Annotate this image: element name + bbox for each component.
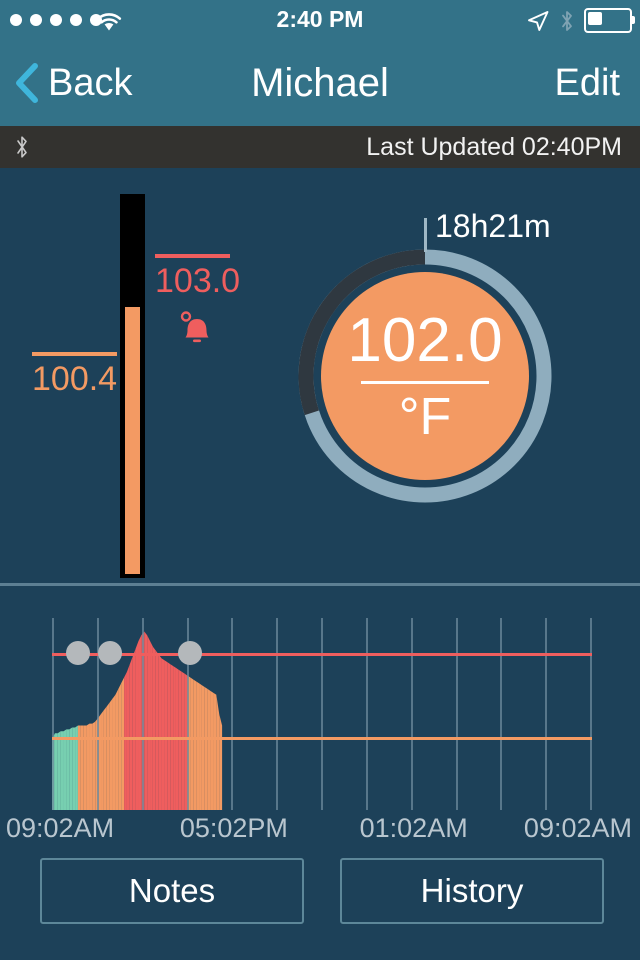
- notes-button[interactable]: Notes: [40, 858, 304, 924]
- chart-area-segment: [132, 648, 136, 810]
- chart-area-segment: [92, 721, 96, 810]
- alarm-bell-icon: [175, 308, 219, 348]
- high-threshold-rule: [155, 254, 230, 258]
- chart-area-segment: [115, 689, 119, 810]
- low-threshold-value: 100.4: [32, 360, 118, 398]
- chart-area-segment: [199, 683, 202, 810]
- chart-area-segment: [155, 650, 159, 810]
- temperature-history-chart[interactable]: 09:02AM 05:02PM 01:02AM 09:02AM: [0, 600, 640, 845]
- gauge-unit-label: °F: [398, 387, 452, 446]
- chart-area-segment: [57, 731, 61, 810]
- history-button[interactable]: History: [340, 858, 604, 924]
- chart-area-segment: [213, 692, 217, 810]
- last-updated-label: Last Updated 02:40PM: [366, 132, 622, 161]
- chart-area-segment: [66, 729, 70, 810]
- chart-gridline: [455, 618, 458, 810]
- chart-area-segment: [193, 679, 197, 810]
- chart-area-segment: [106, 702, 110, 810]
- chart-area-segment: [129, 656, 133, 810]
- chart-gridline: [276, 618, 279, 810]
- chart-area-segment: [219, 714, 223, 810]
- edit-button[interactable]: Edit: [555, 40, 620, 126]
- app-root: 2:40 PM Back Michael Edit Last Updated 0…: [0, 0, 640, 960]
- chart-gridline: [410, 618, 413, 810]
- bluetooth-icon: [562, 10, 572, 31]
- chart-area-segment: [164, 660, 168, 810]
- temperature-readout-panel: 103.0 100.4 18h21m 102.0 °F: [0, 168, 640, 583]
- chart-area-segment: [54, 733, 58, 810]
- chart-area-segment: [201, 685, 205, 810]
- high-threshold-marker[interactable]: 103.0: [155, 254, 241, 301]
- event-dot-icon[interactable]: [97, 641, 122, 666]
- chart-gridline: [365, 618, 368, 810]
- chart-area-segment: [103, 706, 107, 810]
- status-bar: 2:40 PM: [0, 0, 640, 40]
- page-title: Michael: [251, 60, 389, 105]
- gauge-divider: [361, 380, 489, 384]
- chart-threshold-line: [52, 737, 592, 741]
- chart-area-segment: [112, 694, 116, 810]
- temperature-gauge[interactable]: 18h21m 102.0 °F: [295, 208, 555, 506]
- bluetooth-icon: [17, 136, 27, 158]
- location-arrow-icon: [528, 10, 549, 31]
- battery-level-fill: [588, 12, 602, 25]
- chart-area-segment: [196, 681, 200, 810]
- chart-area-segment: [181, 671, 185, 810]
- chart-area-segment: [190, 677, 194, 810]
- chart-area-segment: [144, 631, 148, 810]
- footer-actions: Notes History: [0, 858, 640, 928]
- chart-threshold-line: [52, 652, 592, 656]
- thermometer-bar: [120, 194, 145, 578]
- low-threshold-marker[interactable]: 100.4: [32, 352, 122, 399]
- chart-area-segment: [101, 710, 104, 810]
- chart-area-segment: [150, 641, 153, 810]
- chart-area-segment: [152, 646, 156, 810]
- event-dot-icon[interactable]: [66, 641, 91, 666]
- high-threshold-value: 103.0: [155, 262, 241, 300]
- elapsed-time-label: 18h21m: [435, 208, 551, 244]
- tick-marker-icon: [424, 218, 427, 252]
- chart-gridline: [545, 618, 548, 810]
- chart-area-segment: [147, 635, 151, 810]
- status-bar-indicators: [526, 8, 635, 33]
- chart-area-segment: [60, 731, 64, 810]
- chart-x-tick-label: 09:02AM: [6, 813, 115, 843]
- chart-x-tick-label: 01:02AM: [359, 813, 468, 843]
- gauge-face: 102.0 °F: [321, 272, 529, 480]
- chart-area-segment: [216, 694, 220, 810]
- chart-gridline: [500, 618, 503, 810]
- sync-status-bar: Last Updated 02:40PM: [0, 126, 640, 168]
- navigation-bar: Back Michael Edit: [0, 40, 640, 126]
- chart-area-segment: [63, 729, 67, 810]
- section-divider: [0, 583, 640, 586]
- chart-area-segment: [207, 689, 211, 810]
- low-threshold-rule: [32, 352, 117, 356]
- chart-gridline: [590, 618, 592, 810]
- chart-plot-area: [52, 618, 592, 810]
- chart-area-segment: [204, 687, 208, 810]
- thermometer-fill: [125, 307, 140, 574]
- chart-area-segment: [109, 698, 113, 810]
- chart-area-segment: [210, 690, 214, 810]
- chart-x-tick-label: 05:02PM: [179, 813, 288, 843]
- chart-x-axis: 09:02AM 05:02PM 01:02AM 09:02AM: [0, 813, 640, 847]
- chart-area-segment: [124, 671, 127, 810]
- chart-area-segment: [121, 677, 125, 810]
- gauge-temperature-value: 102.0: [347, 305, 503, 375]
- chart-gridline: [321, 618, 323, 810]
- chart-area-segment: [135, 641, 139, 810]
- chart-gridline: [141, 618, 144, 810]
- chart-gridline: [231, 618, 234, 810]
- event-dot-icon[interactable]: [177, 641, 202, 666]
- chart-area-segment: [161, 658, 165, 810]
- chart-gridline: [52, 618, 54, 810]
- chart-area-segment: [118, 683, 122, 810]
- chart-area-segment: [158, 654, 162, 810]
- battery-icon: [584, 8, 635, 33]
- chart-x-tick-label: 09:02AM: [523, 813, 632, 843]
